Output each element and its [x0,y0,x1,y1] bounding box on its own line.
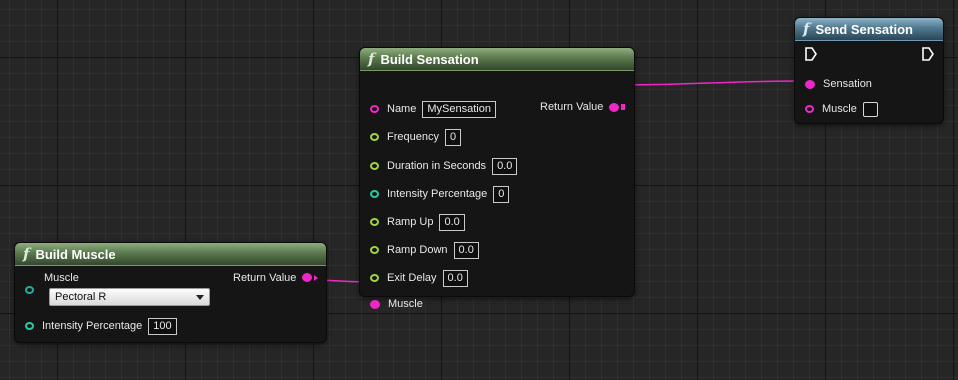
build-sensation-header[interactable]: f Build Sensation [360,48,634,71]
intensity-pin[interactable] [370,190,379,198]
name-row: Name MySensation [370,100,496,118]
build-muscle-title: Build Muscle [35,246,116,262]
send-sensation-header[interactable]: f Send Sensation [795,18,943,41]
bm-return-label: Return Value [233,271,297,284]
duration-row: Duration in Seconds 0.0 [370,157,518,175]
return-value-label: Return Value [540,101,604,113]
bm-intensity-pin[interactable] [25,322,34,330]
muscle-enum-label: Muscle [44,271,79,284]
send-sensation-node[interactable]: f Send Sensation Sensation Muscle [795,18,943,123]
duration-label: Duration in Seconds [387,160,487,172]
return-value-row: Return Value [540,98,631,116]
exit-delay-label: Exit Delay [387,272,437,284]
bm-return-pin-arrow [314,274,319,281]
exit-delay-input[interactable]: 0.0 [442,269,468,287]
exit-delay-row: Exit Delay 0.0 [370,269,468,287]
function-icon: f [803,20,810,38]
bm-return-row: Return Value [233,270,324,285]
return-value-pin[interactable] [609,102,620,112]
sensation-label: Sensation [823,78,872,90]
ramp-up-row: Ramp Up 0.0 [370,213,465,231]
chevron-down-icon [196,295,204,300]
muscle-dropdown[interactable]: Pectoral R [49,288,210,306]
name-input[interactable]: MySensation [422,100,496,118]
name-pin[interactable] [370,105,379,113]
build-sensation-title: Build Sensation [380,51,479,67]
frequency-label: Frequency [387,131,439,143]
bm-intensity-label: Intensity Percentage [42,320,143,332]
ramp-down-input[interactable]: 0.0 [453,241,479,259]
bm-return-pin[interactable] [302,273,313,282]
build-muscle-node[interactable]: f Build Muscle Muscle Pectoral R Return … [15,243,326,342]
send-muscle-label: Muscle [822,103,857,115]
return-value-pin-arrow [621,104,626,110]
muscle-enum-pin[interactable] [25,286,34,294]
frequency-pin[interactable] [370,133,379,141]
build-sensation-node[interactable]: f Build Sensation Name MySensation Retur… [360,48,634,310]
muscle-pin[interactable] [370,299,380,309]
ramp-up-pin[interactable] [370,218,379,226]
exec-out-pin[interactable] [922,47,934,61]
frequency-input[interactable]: 0 [444,128,462,146]
bm-intensity-row: Intensity Percentage 100 [25,317,177,335]
muscle-label: Muscle [388,298,423,310]
ramp-down-label: Ramp Down [387,244,448,256]
ramp-down-row: Ramp Down 0.0 [370,241,479,259]
sensation-row: Sensation [805,75,878,93]
duration-input[interactable]: 0.0 [492,157,518,175]
build-muscle-header[interactable]: f Build Muscle [15,243,326,266]
function-icon: f [368,50,375,68]
muscle-checkbox[interactable] [862,101,878,117]
function-icon: f [23,245,30,263]
sensation-pin[interactable] [805,79,815,89]
bm-intensity-input[interactable]: 100 [148,317,177,335]
muscle-row: Muscle [370,295,429,313]
send-muscle-row: Muscle [805,100,878,118]
intensity-label: Intensity Percentage [387,188,488,200]
muscle-enum-row [25,281,36,299]
ramp-down-pin[interactable] [370,246,379,254]
muscle-dropdown-value: Pectoral R [55,291,107,303]
ramp-up-input[interactable]: 0.0 [439,213,465,231]
intensity-row: Intensity Percentage 0 [370,185,510,203]
exit-delay-pin[interactable] [370,274,379,282]
ramp-up-label: Ramp Up [387,216,434,228]
duration-pin[interactable] [370,162,379,170]
send-muscle-pin[interactable] [805,105,814,113]
name-label: Name [387,103,417,115]
wire-sensation [616,80,811,86]
intensity-input[interactable]: 0 [493,185,510,203]
frequency-row: Frequency 0 [370,128,462,146]
muscle-enum-label-row: Muscle [44,270,85,285]
send-sensation-title: Send Sensation [815,21,913,37]
exec-in-pin[interactable] [805,47,817,61]
